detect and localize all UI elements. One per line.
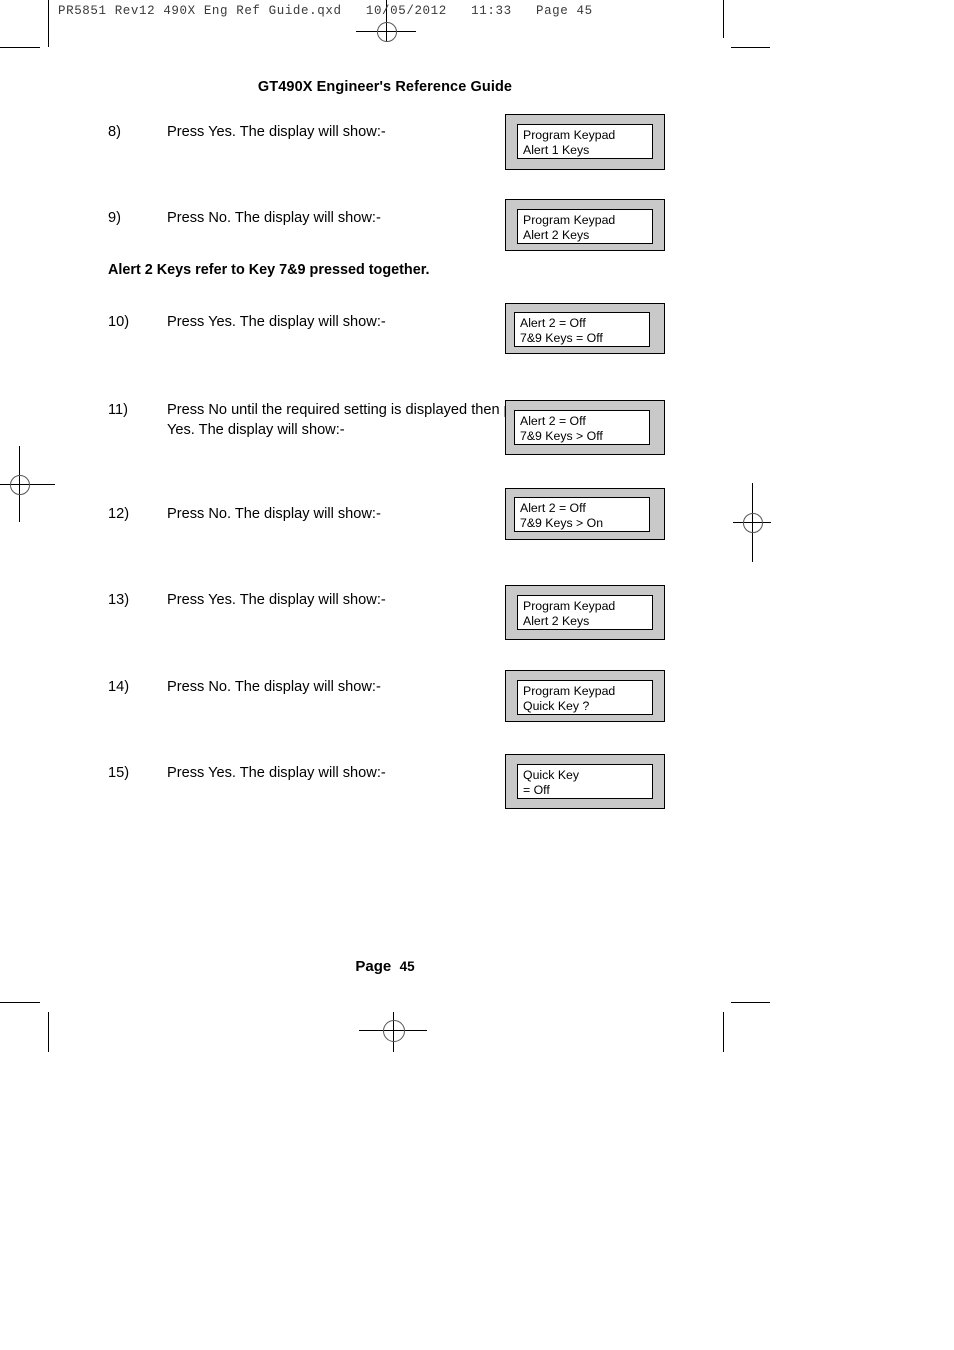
page-footer: Page 45 <box>0 958 770 975</box>
lcd-screen: Quick Key = Off <box>517 764 653 799</box>
lcd-display: Program Keypad Alert 1 Keys <box>505 114 665 170</box>
lcd-line-1: Alert 2 = Off <box>520 501 586 515</box>
lcd-display: Alert 2 = Off 7&9 Keys = Off <box>505 303 665 354</box>
lcd-display: Quick Key = Off <box>505 754 665 809</box>
step-number: 8) <box>108 124 121 140</box>
step-number: 13) <box>108 592 130 608</box>
lcd-display: Program Keypad Alert 2 Keys <box>505 585 665 640</box>
step-text: Press No until the required setting is d… <box>167 402 540 438</box>
lcd-display: Program Keypad Alert 2 Keys <box>505 199 665 251</box>
step-number: 9) <box>108 210 121 226</box>
lcd-line-2: Alert 2 Keys <box>523 614 590 629</box>
lcd-screen: Program Keypad Alert 2 Keys <box>517 209 653 244</box>
lcd-display: Alert 2 = Off 7&9 Keys > On <box>505 488 665 540</box>
page-body: 8) Press Yes. The display will show:- Pr… <box>0 0 954 1350</box>
lcd-line-1: Quick Key <box>523 768 580 782</box>
lcd-line-1: Program Keypad <box>523 599 616 613</box>
lcd-line-1: Alert 2 = Off <box>520 316 586 330</box>
lcd-line-2: 7&9 Keys = Off <box>520 331 603 346</box>
lcd-screen: Program Keypad Alert 2 Keys <box>517 595 653 630</box>
step-text: Press Yes. The display will show:- <box>167 592 386 608</box>
step-text: Press Yes. The display will show:- <box>167 124 386 140</box>
note-text: Alert 2 Keys refer to Key 7&9 pressed to… <box>108 262 430 278</box>
lcd-line-2: = Off <box>523 783 550 798</box>
step-text: Press No. The display will show:- <box>167 506 381 522</box>
page-footer-label: Page <box>355 958 392 975</box>
lcd-screen: Alert 2 = Off 7&9 Keys = Off <box>514 312 650 347</box>
lcd-display: Alert 2 = Off 7&9 Keys > Off <box>505 400 665 455</box>
step-text: Press Yes. The display will show:- <box>167 765 386 781</box>
lcd-line-2: 7&9 Keys > On <box>520 516 604 531</box>
lcd-line-1: Program Keypad <box>523 128 616 142</box>
step-text: Press Yes. The display will show:- <box>167 314 386 330</box>
lcd-screen: Program Keypad Quick Key ? <box>517 680 653 715</box>
lcd-line-1: Program Keypad <box>523 213 616 227</box>
lcd-screen: Alert 2 = Off 7&9 Keys > Off <box>514 410 650 445</box>
lcd-line-2: Quick Key ? <box>523 699 590 714</box>
lcd-line-2: Alert 1 Keys <box>523 143 590 158</box>
lcd-display: Program Keypad Quick Key ? <box>505 670 665 722</box>
lcd-line-1: Program Keypad <box>523 684 616 698</box>
lcd-line-1: Alert 2 = Off <box>520 414 586 428</box>
page-number: 45 <box>399 959 415 974</box>
step-number: 14) <box>108 679 130 695</box>
lcd-line-2: Alert 2 Keys <box>523 228 590 243</box>
document-page: PR5851 Rev12 490X Eng Ref Guide.qxd 10/0… <box>0 0 954 1350</box>
step-number: 15) <box>108 765 130 781</box>
step-number: 10) <box>108 314 130 330</box>
lcd-screen: Program Keypad Alert 1 Keys <box>517 124 653 159</box>
step-number: 11) <box>108 402 129 418</box>
step-text: Press No. The display will show:- <box>167 210 381 226</box>
step-text: Press No. The display will show:- <box>167 679 381 695</box>
step-number: 12) <box>108 506 130 522</box>
lcd-line-2: 7&9 Keys > Off <box>520 429 603 444</box>
lcd-screen: Alert 2 = Off 7&9 Keys > On <box>514 497 650 532</box>
